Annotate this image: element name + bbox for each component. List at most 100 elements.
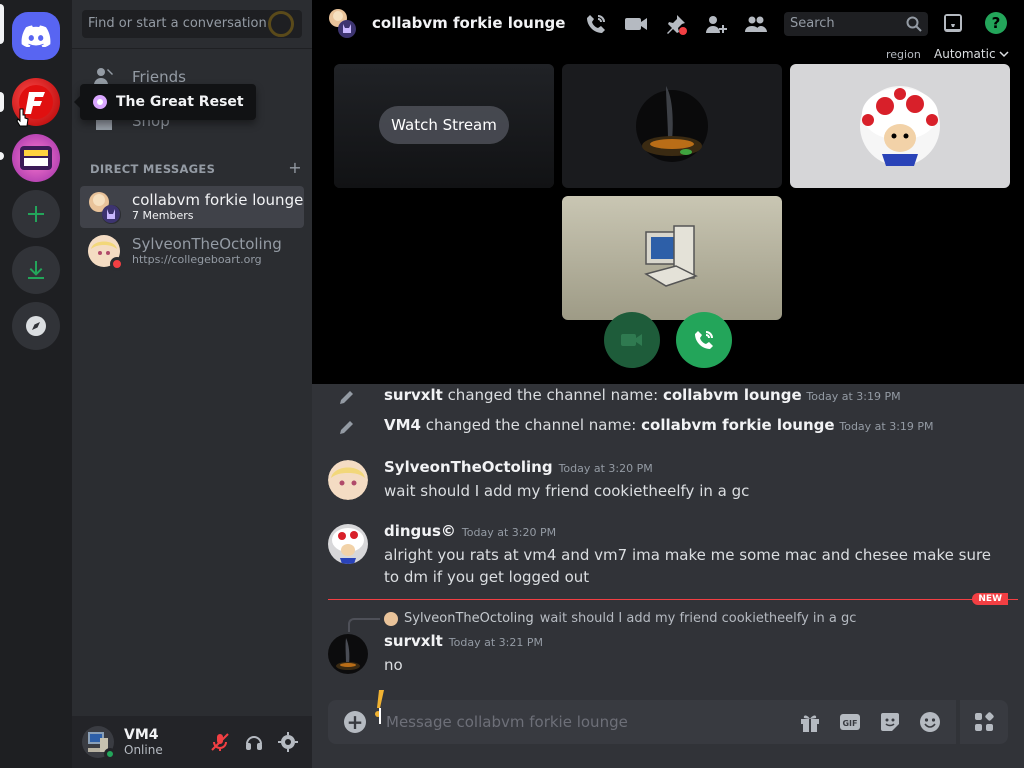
direct-messages-header: DIRECT MESSAGES + bbox=[90, 158, 302, 177]
participant-tile[interactable] bbox=[790, 64, 1010, 188]
member-list-button[interactable] bbox=[744, 12, 768, 36]
dm-item-collabvm-forkie-lounge[interactable]: collabvm forkie lounge 7 Members bbox=[80, 186, 304, 228]
participant-avatar bbox=[636, 86, 708, 162]
mic-muted-icon bbox=[211, 733, 229, 751]
find-conversation-button[interactable]: Find or start a conversation bbox=[82, 10, 302, 38]
join-call-button[interactable] bbox=[676, 312, 732, 368]
deafen-button[interactable] bbox=[242, 730, 266, 754]
selected-server-indicator bbox=[0, 4, 4, 44]
reply-text: wait should I add my friend cookietheelf… bbox=[539, 611, 857, 626]
message-timestamp: Today at 3:20 PM bbox=[558, 462, 653, 475]
group-avatar bbox=[88, 191, 121, 224]
system-value: collabvm lounge bbox=[662, 386, 802, 404]
username: VM4 bbox=[124, 727, 159, 743]
download-apps-button[interactable] bbox=[12, 246, 60, 294]
participant-tile[interactable] bbox=[562, 196, 782, 320]
stream-tile[interactable]: Watch Stream bbox=[334, 64, 554, 188]
create-dm-button[interactable]: + bbox=[288, 158, 302, 177]
region-value: Automatic bbox=[934, 47, 996, 61]
apps-button[interactable] bbox=[956, 700, 1008, 744]
user-panel: VM4 Online bbox=[72, 716, 312, 768]
server-gfk-expo[interactable] bbox=[12, 134, 60, 182]
pinned-messages-button[interactable] bbox=[664, 12, 688, 36]
gift-button[interactable] bbox=[798, 710, 822, 734]
region-label: region bbox=[886, 48, 921, 61]
search-placeholder: Search bbox=[790, 16, 835, 31]
inbox-button[interactable] bbox=[942, 12, 964, 38]
author-name[interactable]: survxlt bbox=[384, 632, 443, 650]
dm-name: SylveonTheOctoling bbox=[132, 234, 282, 253]
author-name[interactable]: dingus© bbox=[384, 522, 456, 540]
region-select[interactable]: Automatic bbox=[934, 47, 1009, 61]
message-list: survxlt changed the channel name: collab… bbox=[312, 384, 1024, 684]
author-name[interactable]: SylveonTheOctoling bbox=[384, 458, 553, 476]
video-call-button[interactable] bbox=[624, 12, 648, 36]
author-avatar[interactable] bbox=[328, 460, 368, 500]
hover-server-indicator bbox=[0, 92, 4, 112]
help-button[interactable]: ? bbox=[985, 12, 1007, 34]
user-settings-button[interactable] bbox=[276, 730, 300, 754]
channel-header: collabvm forkie lounge Search ? bbox=[312, 0, 1024, 48]
mute-button[interactable] bbox=[208, 730, 232, 754]
dnd-status-icon bbox=[110, 257, 124, 271]
video-camera-icon bbox=[625, 18, 647, 30]
tooltip-label: The Great Reset bbox=[116, 94, 244, 110]
inbox-icon bbox=[944, 14, 962, 32]
add-user-icon bbox=[706, 16, 727, 33]
system-message: VM4 changed the channel name: collabvm f… bbox=[312, 414, 1024, 442]
computer-avatar bbox=[644, 225, 698, 287]
watch-stream-label: Watch Stream bbox=[391, 116, 497, 134]
discord-app: Find or start a conversation Friends Sho… bbox=[0, 0, 1024, 768]
message-text: no bbox=[384, 656, 403, 674]
system-action: changed the channel name: bbox=[425, 416, 637, 434]
gif-button[interactable]: GIF bbox=[838, 710, 862, 734]
upload-button[interactable]: + bbox=[344, 711, 366, 733]
members-icon bbox=[745, 16, 767, 32]
dm-subtitle: 7 Members bbox=[132, 208, 194, 222]
call-button[interactable] bbox=[584, 12, 608, 36]
discord-logo-icon bbox=[21, 25, 51, 47]
server-logo-icon bbox=[20, 146, 52, 170]
channel-search-input[interactable]: Search bbox=[784, 12, 928, 36]
unread-server-indicator bbox=[0, 152, 4, 160]
system-actor[interactable]: survxlt bbox=[384, 386, 443, 404]
message-text: wait should I add my friend cookietheelf… bbox=[384, 482, 750, 500]
toggle-camera-button[interactable] bbox=[604, 312, 660, 368]
phone-icon bbox=[587, 15, 605, 33]
user-avatar[interactable] bbox=[82, 726, 116, 760]
gif-icon: GIF bbox=[840, 714, 860, 730]
pin-icon bbox=[667, 15, 687, 35]
system-actor[interactable]: VM4 bbox=[384, 416, 421, 434]
participant-tile[interactable] bbox=[562, 64, 782, 188]
dm-item-sylveontheoctoling[interactable]: SylveonTheOctoling https://collegeboart.… bbox=[80, 230, 304, 272]
svg-text:GIF: GIF bbox=[842, 719, 857, 728]
message-timestamp: Today at 3:20 PM bbox=[461, 526, 557, 539]
sticker-button[interactable] bbox=[878, 710, 902, 734]
group-avatar bbox=[328, 8, 356, 40]
server-tooltip: The Great Reset bbox=[74, 84, 256, 120]
mouse-cursor-icon bbox=[16, 108, 29, 127]
message-composer: + Message collabvm forkie lounge GIF bbox=[328, 690, 1008, 744]
emoji-button[interactable] bbox=[918, 710, 942, 734]
headphones-icon bbox=[246, 736, 262, 750]
discover-button[interactable] bbox=[12, 302, 60, 350]
message-timestamp: Today at 3:19 PM bbox=[806, 390, 901, 403]
dm-subtitle: https://collegeboart.org bbox=[132, 252, 262, 266]
reply-preview[interactable]: SylveonTheOctoling wait should I add my … bbox=[384, 611, 856, 626]
new-messages-divider: NEW bbox=[328, 593, 1018, 605]
message-timestamp: Today at 3:19 PM bbox=[839, 420, 934, 433]
new-badge: NEW bbox=[972, 593, 1008, 605]
message-input[interactable]: Message collabvm forkie lounge bbox=[386, 713, 628, 731]
pencil-icon bbox=[340, 421, 353, 434]
emoji-icon bbox=[920, 712, 940, 732]
watch-stream-button[interactable]: Watch Stream bbox=[379, 106, 509, 144]
online-status-icon bbox=[104, 748, 116, 760]
add-server-button[interactable] bbox=[12, 190, 60, 238]
add-friends-to-dm-button[interactable] bbox=[704, 12, 728, 36]
home-button[interactable] bbox=[12, 12, 60, 60]
reply-spine bbox=[348, 618, 380, 632]
system-value: collabvm forkie lounge bbox=[641, 416, 835, 434]
author-avatar[interactable] bbox=[328, 634, 368, 674]
author-avatar[interactable] bbox=[328, 524, 368, 564]
phone-call-icon bbox=[695, 331, 713, 349]
